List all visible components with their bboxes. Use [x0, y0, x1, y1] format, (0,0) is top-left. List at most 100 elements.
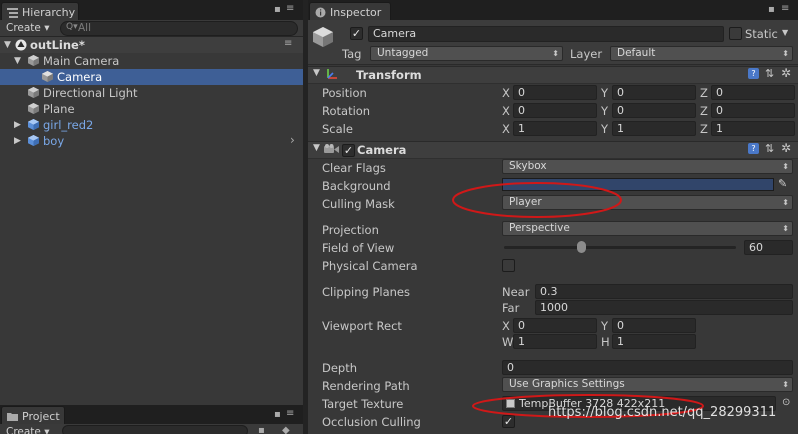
preset-sliders-icon[interactable]: ⇅: [765, 67, 774, 80]
search-icon: Q▾: [66, 22, 78, 32]
filter-icon[interactable]: ▪: [258, 425, 265, 434]
gameobject-cube-icon: [313, 27, 333, 47]
hierarchy-item-plane[interactable]: Plane: [43, 101, 75, 117]
viewport-h-label[interactable]: H: [601, 335, 610, 349]
near-field[interactable]: 0.3: [535, 284, 793, 299]
expand-arrow-icon[interactable]: ▶: [14, 117, 21, 133]
object-name-field[interactable]: Camera: [368, 26, 724, 42]
far-label: Far: [502, 301, 520, 315]
physical-camera-checkbox[interactable]: [502, 259, 515, 272]
projection-dropdown[interactable]: Perspective ⬍: [502, 221, 793, 236]
lock-icon[interactable]: ▪: [768, 4, 775, 15]
project-search-input[interactable]: [62, 425, 248, 434]
hierarchy-search-input[interactable]: Q▾ All: [60, 21, 298, 36]
viewport-y-field[interactable]: 0: [612, 318, 696, 333]
project-create-button[interactable]: Create ▾: [6, 426, 50, 434]
rendering-path-dropdown[interactable]: Use Graphics Settings ⬍: [502, 377, 793, 392]
scale-y-label[interactable]: Y: [601, 122, 608, 136]
hierarchy-item-directional-light[interactable]: Directional Light: [43, 85, 138, 101]
layer-dropdown[interactable]: Default ⬍: [610, 46, 793, 61]
scene-menu-icon[interactable]: ≡: [284, 38, 292, 49]
position-x-label[interactable]: X: [502, 86, 510, 100]
rotation-x-field[interactable]: 0: [513, 103, 597, 118]
lock-icon[interactable]: ▪: [274, 409, 281, 420]
panel-menu-icon[interactable]: ≡: [286, 408, 294, 419]
expand-arrow-icon[interactable]: ▼: [313, 68, 320, 78]
physical-camera-label: Physical Camera: [322, 259, 418, 273]
help-book-icon[interactable]: ?: [748, 68, 759, 79]
chevron-right-icon[interactable]: ›: [290, 133, 295, 147]
hierarchy-item-main-camera[interactable]: Main Camera: [43, 53, 119, 69]
scale-x-label[interactable]: X: [502, 122, 510, 136]
viewport-h-field[interactable]: 1: [612, 334, 696, 349]
expand-arrow-icon[interactable]: ▼: [14, 53, 21, 69]
culling-mask-label: Culling Mask: [322, 197, 395, 211]
hierarchy-item-girl-red2[interactable]: girl_red2: [43, 117, 93, 133]
tab-project[interactable]: Project: [1, 406, 65, 425]
gameobject-cube-icon: [28, 87, 39, 98]
scale-x-field[interactable]: 1: [513, 121, 597, 136]
hierarchy-item-camera[interactable]: Camera: [57, 69, 102, 85]
expand-arrow-icon[interactable]: ▼: [313, 143, 320, 153]
position-y-field[interactable]: 0: [612, 85, 696, 100]
object-picker-icon[interactable]: ⊙: [782, 397, 790, 408]
gear-icon[interactable]: ✲: [781, 141, 791, 155]
hierarchy-item-boy[interactable]: boy: [43, 133, 64, 149]
expand-arrow-icon[interactable]: ▼: [4, 37, 11, 53]
scale-y-field[interactable]: 1: [612, 121, 696, 136]
fov-field[interactable]: 60: [744, 240, 793, 255]
dropdown-arrow-icon: ⬍: [782, 380, 789, 389]
rotation-label: Rotation: [322, 104, 371, 118]
prefab-cube-icon: [28, 119, 39, 130]
active-checkbox[interactable]: ✓: [350, 27, 363, 40]
dropdown-arrow-icon: ⬍: [552, 49, 559, 58]
help-book-icon[interactable]: ?: [748, 143, 759, 154]
rotation-z-label[interactable]: Z: [700, 104, 708, 118]
target-texture-label: Target Texture: [322, 397, 404, 411]
tab-inspector[interactable]: Inspector: [309, 2, 391, 21]
lock-icon[interactable]: ▪: [274, 4, 281, 15]
viewport-y-label[interactable]: Y: [601, 319, 608, 333]
eyedropper-icon[interactable]: ✎: [778, 177, 787, 190]
clear-flags-dropdown[interactable]: Skybox ⬍: [502, 159, 793, 174]
scale-z-label[interactable]: Z: [700, 122, 708, 136]
viewport-w-field[interactable]: 1: [513, 334, 597, 349]
viewport-x-field[interactable]: 0: [513, 318, 597, 333]
annotation-ellipse: [452, 182, 622, 218]
viewport-w-label[interactable]: W: [502, 335, 513, 349]
clipping-planes-label: Clipping Planes: [322, 285, 410, 299]
scene-name: outLine*: [30, 38, 85, 52]
camera-enabled-checkbox[interactable]: ✓: [342, 144, 355, 157]
position-y-label[interactable]: Y: [601, 86, 608, 100]
tab-hierarchy[interactable]: Hierarchy: [1, 2, 79, 21]
panel-menu-icon[interactable]: ≡: [286, 3, 294, 14]
rotation-y-field[interactable]: 0: [612, 103, 696, 118]
scale-z-field[interactable]: 1: [711, 121, 795, 136]
camera-icon: [324, 144, 339, 153]
depth-field[interactable]: 0: [502, 360, 793, 375]
rotation-x-label[interactable]: X: [502, 104, 510, 118]
position-z-field[interactable]: 0: [711, 85, 795, 100]
tag-dropdown[interactable]: Untagged ⬍: [370, 46, 563, 61]
far-field[interactable]: 1000: [535, 300, 793, 315]
viewport-x-label[interactable]: X: [502, 319, 510, 333]
preset-sliders-icon[interactable]: ⇅: [765, 142, 774, 155]
layer-label: Layer: [570, 47, 603, 61]
fov-slider-thumb[interactable]: [577, 241, 587, 253]
hierarchy-create-button[interactable]: Create ▾: [6, 22, 50, 34]
rotation-y-label[interactable]: Y: [601, 104, 608, 118]
clear-flags-value: Skybox: [509, 160, 547, 172]
gear-icon[interactable]: ✲: [781, 66, 791, 80]
rotation-z-field[interactable]: 0: [711, 103, 795, 118]
static-label: Static: [745, 27, 778, 41]
tag-value: Untagged: [377, 47, 429, 59]
position-z-label[interactable]: Z: [700, 86, 708, 100]
static-checkbox[interactable]: [729, 27, 742, 40]
tag-icon[interactable]: ◆: [282, 425, 290, 434]
expand-arrow-icon[interactable]: ▶: [14, 133, 21, 149]
static-dropdown-arrow-icon[interactable]: ▼: [782, 28, 788, 37]
panel-menu-icon[interactable]: ≡: [781, 3, 789, 14]
fov-slider-track[interactable]: [504, 246, 736, 249]
viewport-rect-label: Viewport Rect: [322, 319, 402, 333]
position-x-field[interactable]: 0: [513, 85, 597, 100]
